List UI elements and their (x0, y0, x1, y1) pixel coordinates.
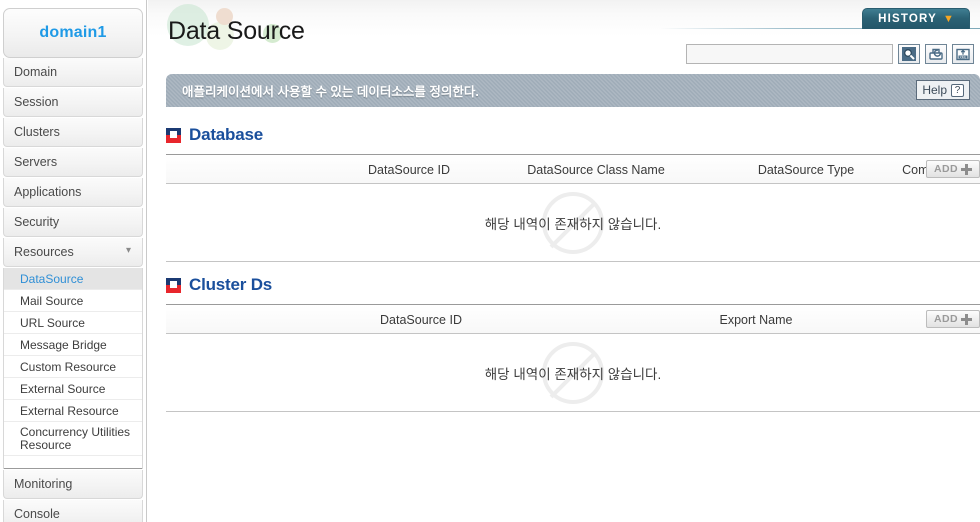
sidebar-submenu-resources: DataSource Mail Source URL Source Messag… (3, 268, 143, 469)
sidebar-item-console[interactable]: Console (3, 500, 143, 522)
sidebar-item-external-source[interactable]: External Source (4, 378, 142, 400)
domain-selector[interactable]: domain1 (3, 8, 143, 58)
sidebar-item-label: Security (14, 215, 60, 229)
section-header: Cluster Ds (166, 272, 980, 298)
description-bar: 애플리케이션에서 사용할 수 있는 데이터소스를 정의한다. Help ? (166, 74, 980, 107)
sidebar-subitem-label: DataSource (20, 271, 84, 286)
search-icon (902, 47, 916, 61)
add-database-button[interactable]: ADD (926, 160, 980, 178)
sidebar-subitem-label: External Resource (20, 403, 119, 418)
column-header-datasource-id: DataSource ID (380, 313, 462, 327)
sidebar-item-datasource[interactable]: DataSource (4, 268, 142, 290)
table-header-row: DataSource ID Export Name ADD (166, 304, 980, 334)
chevron-down-icon: ▾ (125, 245, 131, 256)
section-square-icon (166, 277, 181, 293)
table-header-row: DataSource ID DataSource Class Name Data… (166, 154, 980, 184)
sidebar-item-label: Session (14, 95, 59, 109)
main-content: Data Source HISTORY ▼ XML 애플리케이션에서 사용할 수… (148, 0, 980, 522)
description-text: 애플리케이션에서 사용할 수 있는 데이터소스를 정의한다. (182, 85, 479, 99)
sidebar-submenu-spacer (4, 456, 142, 469)
chevron-down-icon: ▼ (943, 12, 954, 25)
add-button-label: ADD (934, 313, 958, 325)
xml-export-button[interactable]: XML (952, 44, 974, 64)
question-mark-icon: ? (951, 83, 964, 97)
sidebar-subitem-label: URL Source (20, 315, 85, 330)
sidebar-subitem-label: Custom Resource (20, 359, 117, 374)
print-button[interactable] (925, 44, 947, 64)
sidebar-item-mail-source[interactable]: Mail Source (4, 290, 142, 312)
sidebar-item-concurrency-utilities-resource[interactable]: Concurrency Utilities Resource (4, 422, 142, 456)
plus-icon (960, 163, 972, 175)
sidebar-item-servers[interactable]: Servers (3, 148, 143, 177)
sidebar-subitem-label: Concurrency Utilities Resource (20, 425, 131, 452)
search-toolbar: XML (686, 44, 974, 64)
sidebar-item-custom-resource[interactable]: Custom Resource (4, 356, 142, 378)
column-header-export-name: Export Name (719, 313, 793, 327)
sidebar-subitem-label: External Source (20, 381, 106, 396)
sidebar-nav: Domain Session Clusters Servers Applicat… (0, 58, 146, 522)
sidebar-item-clusters[interactable]: Clusters (3, 118, 143, 147)
section-square-icon (166, 127, 181, 143)
sidebar-item-label: Resources (14, 245, 74, 259)
sidebar-item-message-bridge[interactable]: Message Bridge (4, 334, 142, 356)
section-cluster-ds: Cluster Ds DataSource ID Export Name ADD… (166, 272, 980, 412)
sidebar-item-monitoring[interactable]: Monitoring (3, 470, 143, 499)
add-button-label: ADD (934, 163, 958, 175)
empty-state-text: 해당 내역이 존재하지 않습니다. (484, 216, 662, 232)
section-title: Database (189, 125, 263, 144)
history-label: HISTORY (878, 13, 937, 25)
sidebar-item-label: Applications (14, 185, 82, 199)
empty-state-text: 해당 내역이 존재하지 않습니다. (484, 366, 662, 382)
plus-icon (960, 313, 972, 325)
section-database: Database DataSource ID DataSource Class … (166, 122, 980, 262)
sidebar-item-label: Domain (14, 65, 58, 79)
sidebar-item-session[interactable]: Session (3, 88, 143, 117)
sidebar-item-domain[interactable]: Domain (3, 58, 143, 87)
sidebar-subitem-label: Message Bridge (20, 337, 107, 352)
xml-export-icon: XML (956, 48, 970, 60)
history-button[interactable]: HISTORY ▼ (862, 8, 970, 29)
page-title: Data Source (168, 17, 305, 45)
sidebar-item-applications[interactable]: Applications (3, 178, 143, 207)
print-icon (929, 48, 943, 60)
sidebar-item-url-source[interactable]: URL Source (4, 312, 142, 334)
sidebar: domain1 Domain Session Clusters Servers … (0, 0, 147, 522)
sidebar-item-security[interactable]: Security (3, 208, 143, 237)
svg-text:XML: XML (960, 55, 967, 59)
sidebar-subitem-label: Mail Source (20, 293, 84, 308)
sidebar-item-label: Clusters (14, 125, 60, 139)
sidebar-item-label: Servers (14, 155, 58, 169)
add-cluster-ds-button[interactable]: ADD (926, 310, 980, 328)
domain-label: domain1 (39, 24, 107, 41)
cluster-ds-table: DataSource ID Export Name ADD 해당 내역이 존재하… (166, 304, 980, 412)
help-button[interactable]: Help ? (916, 80, 970, 100)
sidebar-item-resources[interactable]: Resources ▾ (3, 238, 143, 267)
empty-state-database: 해당 내역이 존재하지 않습니다. (166, 184, 980, 262)
search-input[interactable] (686, 44, 893, 64)
search-button[interactable] (898, 44, 920, 64)
sidebar-item-label: Monitoring (14, 477, 73, 491)
section-header: Database (166, 122, 980, 148)
sidebar-item-external-resource[interactable]: External Resource (4, 400, 142, 422)
application-window: domain1 Domain Session Clusters Servers … (0, 0, 980, 522)
database-table: DataSource ID DataSource Class Name Data… (166, 154, 980, 262)
section-title: Cluster Ds (189, 275, 273, 294)
sidebar-item-label: Console (14, 507, 60, 521)
empty-state-cluster-ds: 해당 내역이 존재하지 않습니다. (166, 334, 980, 412)
help-label: Help (922, 83, 947, 97)
